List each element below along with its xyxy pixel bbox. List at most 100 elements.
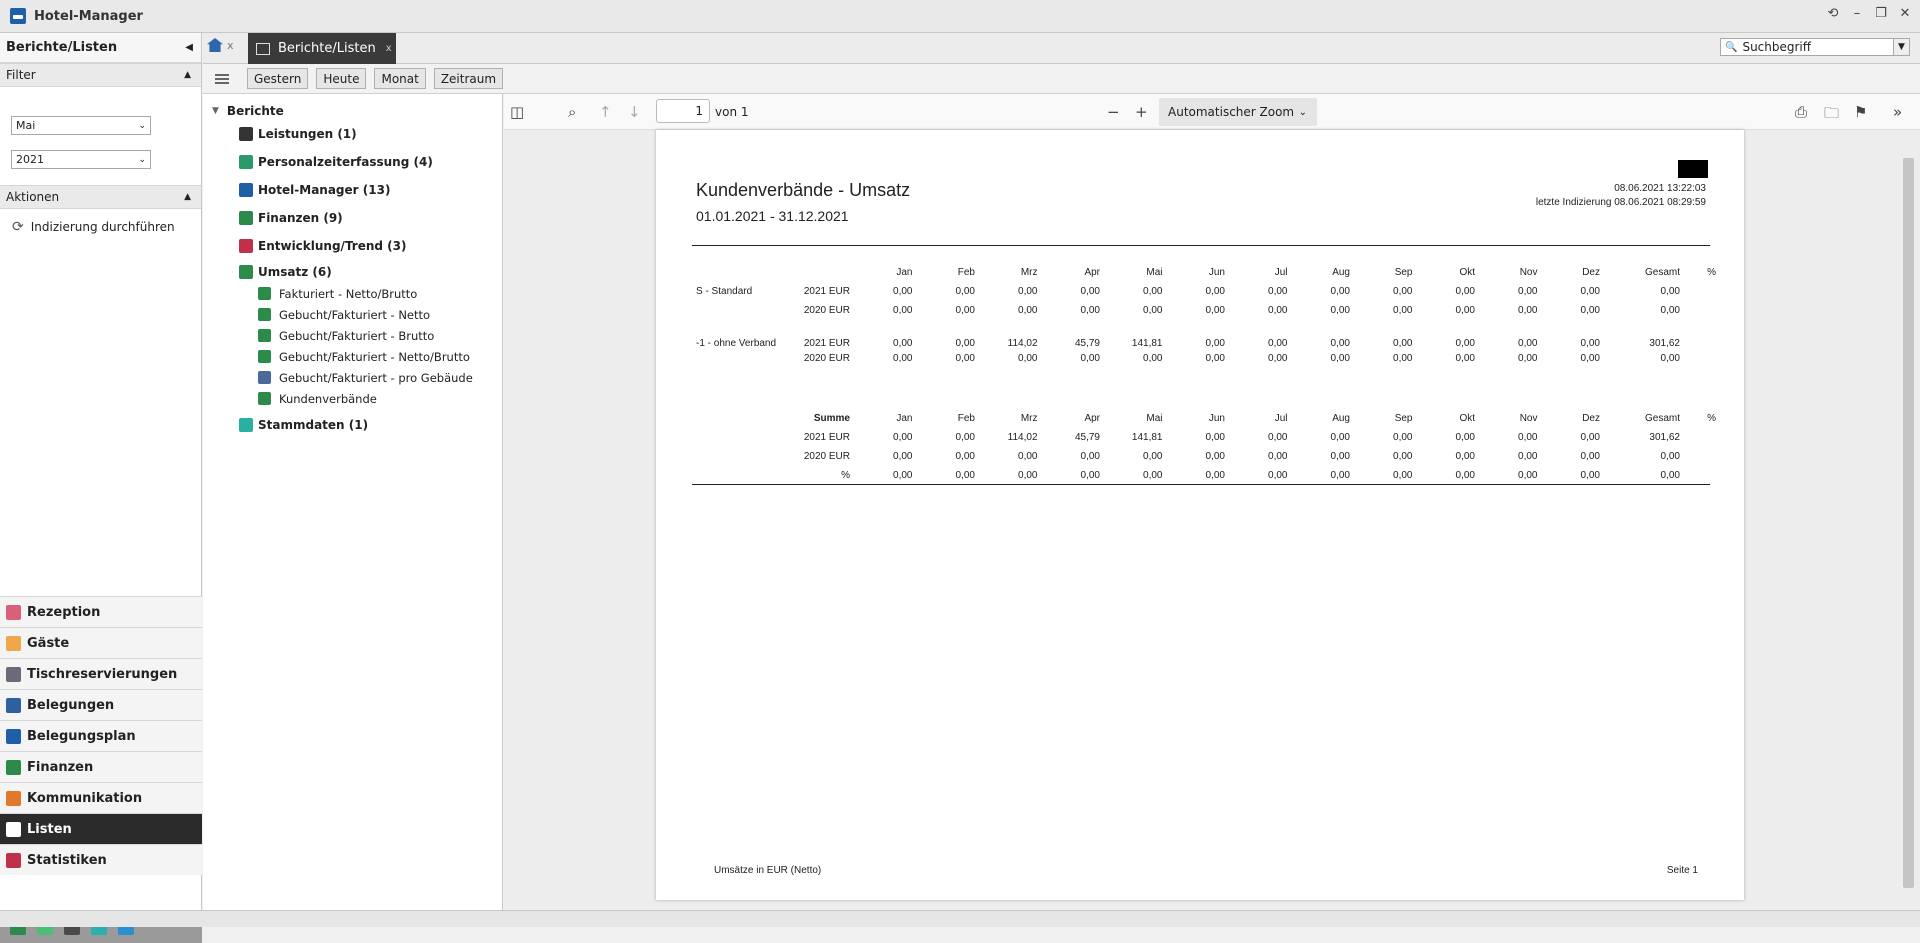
tree-leaf[interactable]: Gebucht/Fakturiert - Brutto (203, 325, 502, 346)
group-label (696, 428, 788, 447)
tab-close[interactable]: x (386, 43, 392, 54)
today-button[interactable]: Heute (316, 68, 367, 89)
nav-item-tischreservierungen[interactable]: Tischreservierungen (0, 658, 202, 689)
zoom-out-icon[interactable]: − (1107, 103, 1120, 121)
search-icon[interactable]: ⌕ (568, 103, 576, 121)
tree-root[interactable]: ▼ Berichte (203, 102, 502, 120)
print-icon[interactable]: ⎙ (1795, 103, 1807, 121)
month-value: 0,00 (1143, 286, 1163, 297)
month-value: 0,00 (1393, 338, 1413, 349)
month-value: 0,00 (1268, 286, 1288, 297)
month-header: Aug (1332, 412, 1350, 424)
month-header: Mrz (1020, 266, 1038, 278)
sidebar-toggle-icon[interactable]: ◫ (510, 103, 524, 121)
window-titlebar: Hotel-Manager ⟲ – ❐ ✕ (0, 0, 1920, 33)
tree-leaf[interactable]: Gebucht/Fakturiert - Netto (203, 304, 502, 325)
table-row: 2021 EUR 0,00 0,00 114,02 45,79 141,81 0,00 0,0… (696, 428, 1716, 447)
close-icon[interactable]: ✕ (1898, 6, 1912, 21)
tree-node-leistungen[interactable]: Leistungen (1) (203, 120, 502, 148)
month-value: 0,00 (955, 286, 975, 297)
zoom-in-icon[interactable]: + (1135, 103, 1148, 121)
tab-home[interactable]: x (207, 38, 234, 52)
nav-item-belegungen[interactable]: Belegungen (0, 689, 202, 720)
minimize-icon[interactable]: – (1850, 6, 1864, 21)
tree-node-hotel-manager[interactable]: Hotel-Manager (13) (203, 176, 502, 204)
year-label: 2020 EUR (803, 305, 850, 316)
collapse-up-icon[interactable]: ▲ (184, 192, 191, 202)
table-reservation-icon (6, 666, 21, 682)
nav-item-finanzen[interactable]: Finanzen (0, 751, 202, 782)
search-box[interactable]: 🔍 Suchbegriff ▼ (1720, 38, 1910, 56)
module-nav: Rezeption Gäste Tischreservierungen Bele… (0, 596, 202, 875)
menu-icon[interactable] (215, 72, 229, 86)
tree-leaf[interactable]: Gebucht/Fakturiert - Netto/Brutto (203, 346, 502, 367)
tree-leaf[interactable]: Fakturiert - Netto/Brutto (203, 283, 502, 304)
actions-section-header[interactable]: Aktionen ▲ (0, 185, 201, 209)
tree-node-umsatz[interactable]: Umsatz (6) (203, 260, 502, 283)
vertical-scrollbar[interactable] (1903, 158, 1914, 888)
tree-leaf[interactable]: Kundenverbände (203, 388, 502, 409)
month-value: 0,00 (1455, 305, 1475, 316)
month-value: 0,00 (1268, 338, 1288, 349)
report-tree: ▼ Berichte Leistungen (1) Personalzeiter… (203, 94, 503, 910)
month-value: 0,00 (1393, 470, 1413, 481)
collapse-up-icon[interactable]: ▲ (184, 70, 191, 80)
group-label: S - Standard (696, 286, 753, 297)
filter-section-header[interactable]: Filter ▲ (0, 63, 201, 87)
nav-item-listen[interactable]: Listen (0, 813, 202, 844)
chevron-down-icon[interactable]: ▼ (1893, 39, 1909, 55)
nav-item-gaeste[interactable]: Gäste (0, 627, 202, 658)
zoom-select[interactable]: Automatischer Zoom ⌄ (1159, 98, 1317, 126)
expand-triangle-icon[interactable]: ▼ (212, 106, 219, 116)
tree-leaf[interactable]: Gebucht/Fakturiert - pro Gebäude (203, 367, 502, 388)
tab-berichte-listen[interactable]: Berichte/Listen x (248, 33, 396, 64)
month-value: 0,00 (1393, 353, 1413, 364)
nav-item-statistiken[interactable]: Statistiken (0, 844, 202, 875)
nav-item-kommunikation[interactable]: Kommunikation (0, 782, 202, 813)
bookmark-icon[interactable]: ⚑ (1854, 103, 1867, 121)
search-input[interactable]: Suchbegriff (1742, 40, 1811, 54)
month-value: 0,00 (893, 286, 913, 297)
collapse-sidebar-icon[interactable]: ◀ (185, 42, 193, 53)
month-select[interactable]: Mai ⌄ (11, 116, 151, 135)
month-value: 0,00 (1518, 470, 1538, 481)
tools-expand-icon[interactable]: » (1893, 103, 1902, 121)
tree-node-stammdaten[interactable]: Stammdaten (1) (203, 409, 502, 441)
month-value: 0,00 (1143, 305, 1163, 316)
restore-icon[interactable]: ❐ (1874, 6, 1888, 21)
yesterday-button[interactable]: Gestern (247, 68, 309, 89)
table-row: 2020 EUR 0,00 0,00 0,00 0,00 0,00 0,00 0,00 0,00… (696, 301, 1716, 320)
month-value: 0,00 (955, 451, 975, 462)
nav-label: Gäste (27, 635, 70, 651)
tree-node-label: Finanzen (9) (258, 211, 343, 225)
month-value: 0,00 (1518, 353, 1538, 364)
page-number-input[interactable]: 1 (656, 99, 710, 123)
month-value: 0,00 (1018, 451, 1038, 462)
period-button[interactable]: Zeitraum (433, 68, 504, 89)
tree-node-entwicklung[interactable]: Entwicklung/Trend (3) (203, 232, 502, 260)
nav-item-belegungsplan[interactable]: Belegungsplan (0, 720, 202, 751)
tree-node-label: Stammdaten (1) (258, 418, 369, 432)
tree-leaf-label: Gebucht/Fakturiert - Brutto (279, 328, 435, 343)
month-header: Jun (1208, 266, 1225, 278)
tab-home-close[interactable]: x (227, 39, 234, 52)
percent-header: % (1707, 266, 1716, 278)
month-value: 0,00 (1268, 353, 1288, 364)
finance-icon (258, 287, 271, 300)
reindex-action[interactable]: ⟳ Indizierung durchführen (0, 209, 201, 235)
total-value: 301,62 (1649, 338, 1680, 349)
tree-node-finanzen[interactable]: Finanzen (9) (203, 204, 502, 232)
sync-icon[interactable]: ⟲ (1826, 6, 1840, 21)
month-value: 0,00 (1455, 338, 1475, 349)
report-date-range: 01.01.2021 - 31.12.2021 (696, 208, 849, 224)
arrow-down-icon[interactable]: ↓ (628, 103, 641, 121)
open-file-icon[interactable]: 🗀 (1824, 103, 1839, 128)
nav-item-rezeption[interactable]: Rezeption (0, 596, 202, 627)
month-button[interactable]: Monat (374, 68, 426, 89)
month-value: 141,81 (1131, 338, 1163, 349)
company-logo (1678, 160, 1708, 178)
year-select[interactable]: 2021 ⌄ (11, 150, 151, 169)
header-label (788, 262, 850, 282)
arrow-up-icon[interactable]: ↑ (599, 103, 612, 121)
tree-node-personalzeiterfassung[interactable]: Personalzeiterfassung (4) (203, 148, 502, 176)
